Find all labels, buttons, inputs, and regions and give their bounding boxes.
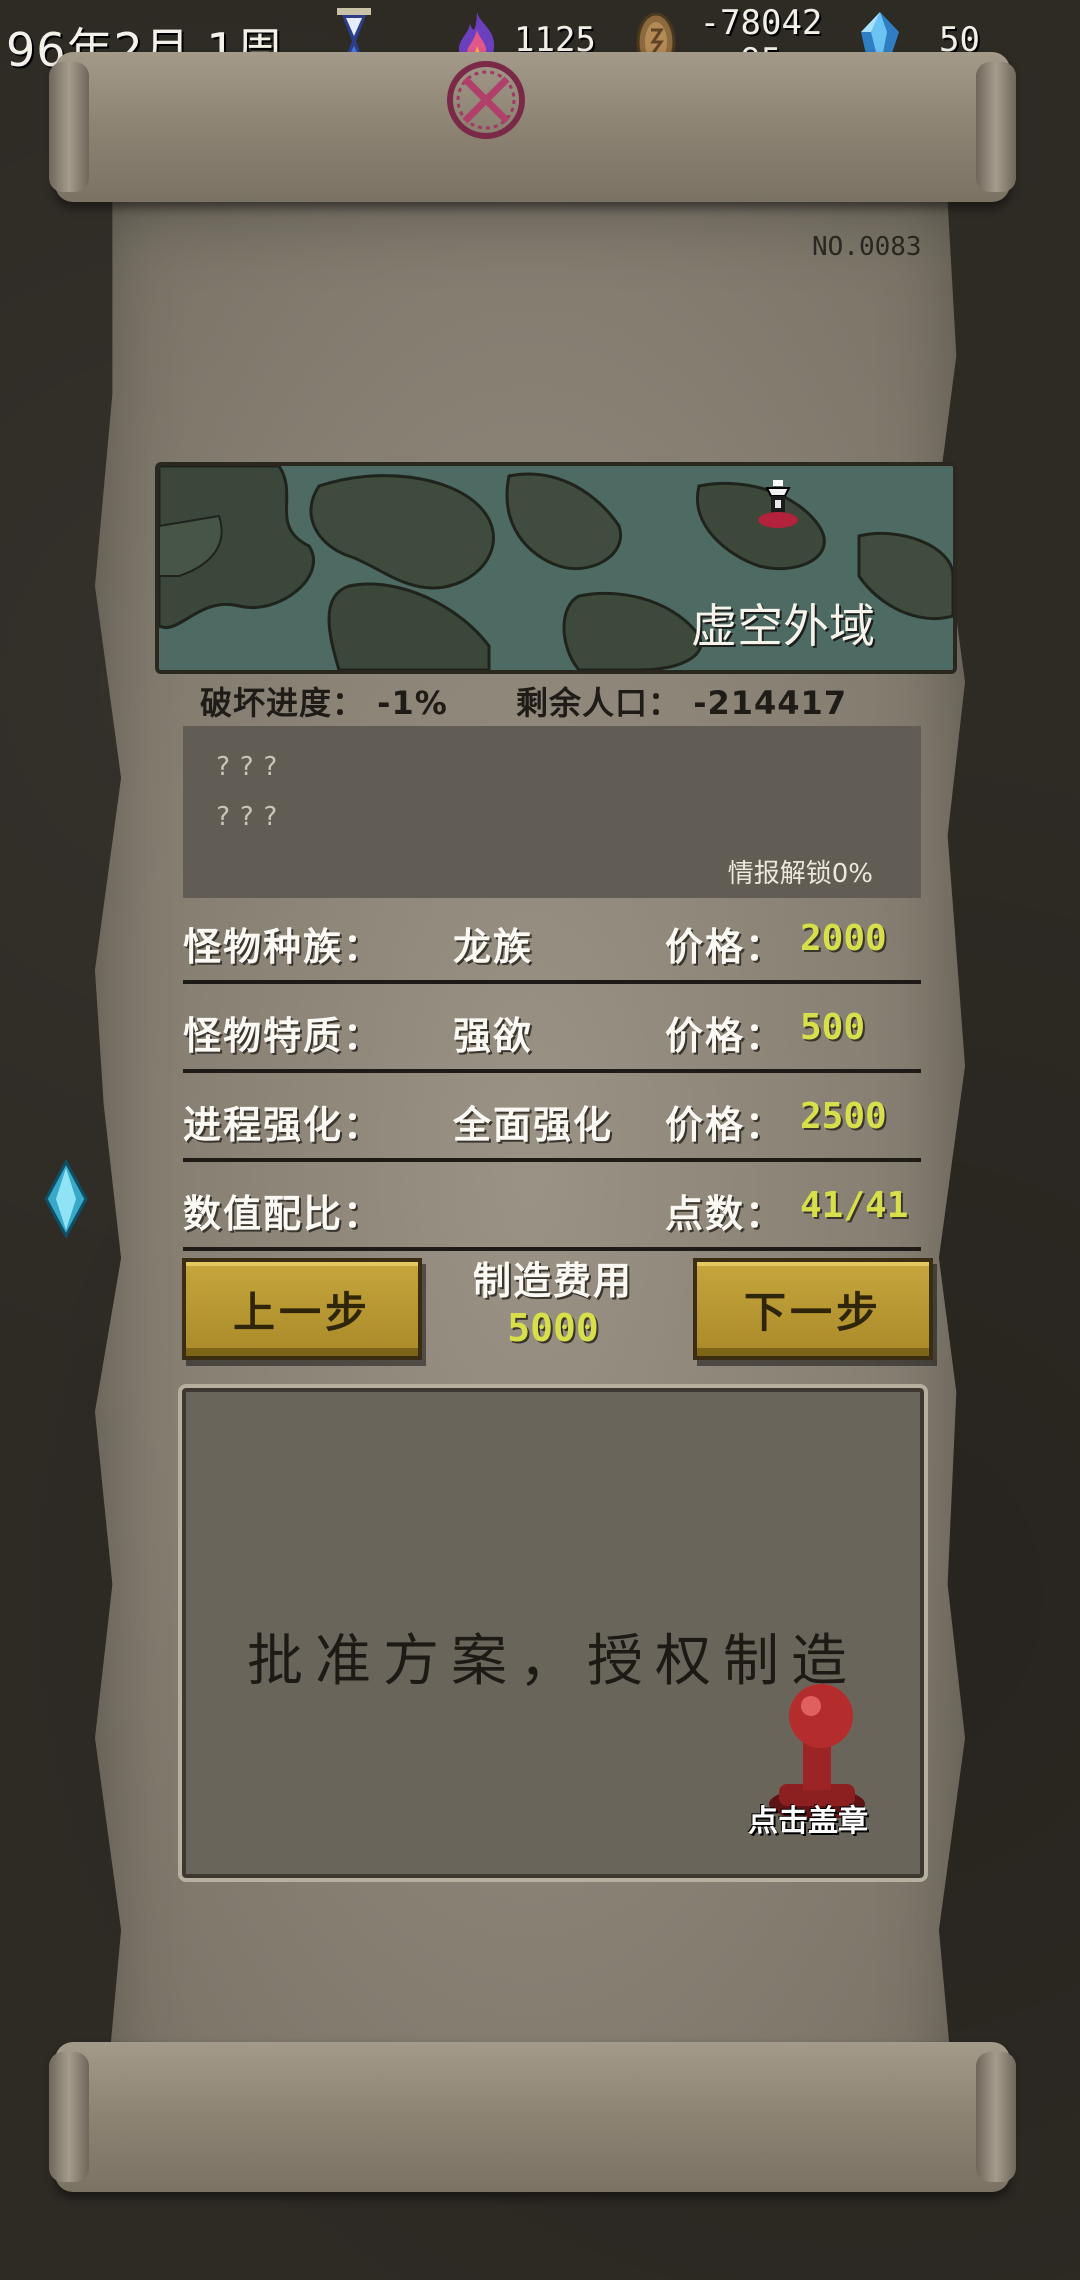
points-label: 点数：	[665, 1192, 786, 1236]
approve-stamp-panel[interactable]: 批准方案，授权制造 点击盖章	[178, 1384, 928, 1882]
destroy-progress-label: 破坏进度：	[200, 684, 366, 722]
intel-unlock-status: 情报解锁0%	[727, 859, 873, 889]
population-value: -214417	[693, 684, 848, 722]
gold-value-line1: -78042	[699, 3, 823, 43]
cost-label: 制造费用	[472, 1259, 633, 1303]
row-label: 数值配比：	[183, 1192, 384, 1236]
monster-trait-row[interactable]: 怪物特质： 强欲 价格： 500	[183, 985, 921, 1073]
roll-end-left	[49, 62, 89, 192]
process-enhance-row[interactable]: 进程强化： 全面强化 价格： 2500	[183, 1074, 921, 1162]
cost-value: 5000	[507, 1306, 599, 1350]
monster-race-row[interactable]: 怪物种族： 龙族 价格： 2000	[183, 896, 921, 984]
stat-allocation-row[interactable]: 数值配比： 点数： 41/41	[183, 1163, 921, 1251]
prev-step-button[interactable]: 上一步	[182, 1258, 422, 1360]
intel-line-1: ???	[215, 752, 286, 782]
region-name: 虚空外域	[691, 599, 875, 653]
row-value: 全面强化	[453, 1103, 614, 1147]
price-label: 价格：	[665, 1014, 786, 1058]
price-value: 2000	[800, 918, 887, 959]
stamp-label: 点击盖章	[748, 1804, 868, 1839]
row-label: 怪物特质：	[183, 1014, 384, 1058]
region-map: 虚空外域	[155, 462, 957, 674]
price-label: 价格：	[665, 925, 786, 969]
row-label: 进程强化：	[183, 1103, 384, 1147]
price-value: 500	[800, 1007, 866, 1048]
tower-marker-icon	[758, 480, 798, 528]
price-value: 2500	[800, 1096, 887, 1137]
side-crystal-icon[interactable]	[44, 1160, 88, 1238]
region-stats: 破坏进度： -1% 剩余人口： -214417	[200, 678, 847, 724]
points-value: 41/41	[800, 1185, 909, 1226]
scroll-roll-top	[49, 52, 1016, 202]
next-step-button[interactable]: 下一步	[693, 1258, 933, 1360]
roll-end-left	[49, 2052, 89, 2182]
population-label: 剩余人口：	[516, 684, 682, 722]
roll-end-right	[976, 2052, 1016, 2182]
scroll-roll-bottom	[49, 2042, 1016, 2192]
intel-line-2: ???	[215, 802, 286, 832]
document-serial: NO.0083	[812, 232, 922, 262]
roll-end-right	[976, 62, 1016, 192]
row-label: 怪物种族：	[183, 925, 384, 969]
destroy-progress-value: -1%	[377, 684, 448, 722]
price-label: 价格：	[665, 1103, 786, 1147]
seal-emblem-icon	[447, 61, 525, 139]
row-value: 强欲	[453, 1014, 534, 1058]
row-value: 龙族	[453, 925, 534, 969]
intel-box: ??? ??? 情报解锁0%	[183, 726, 921, 898]
